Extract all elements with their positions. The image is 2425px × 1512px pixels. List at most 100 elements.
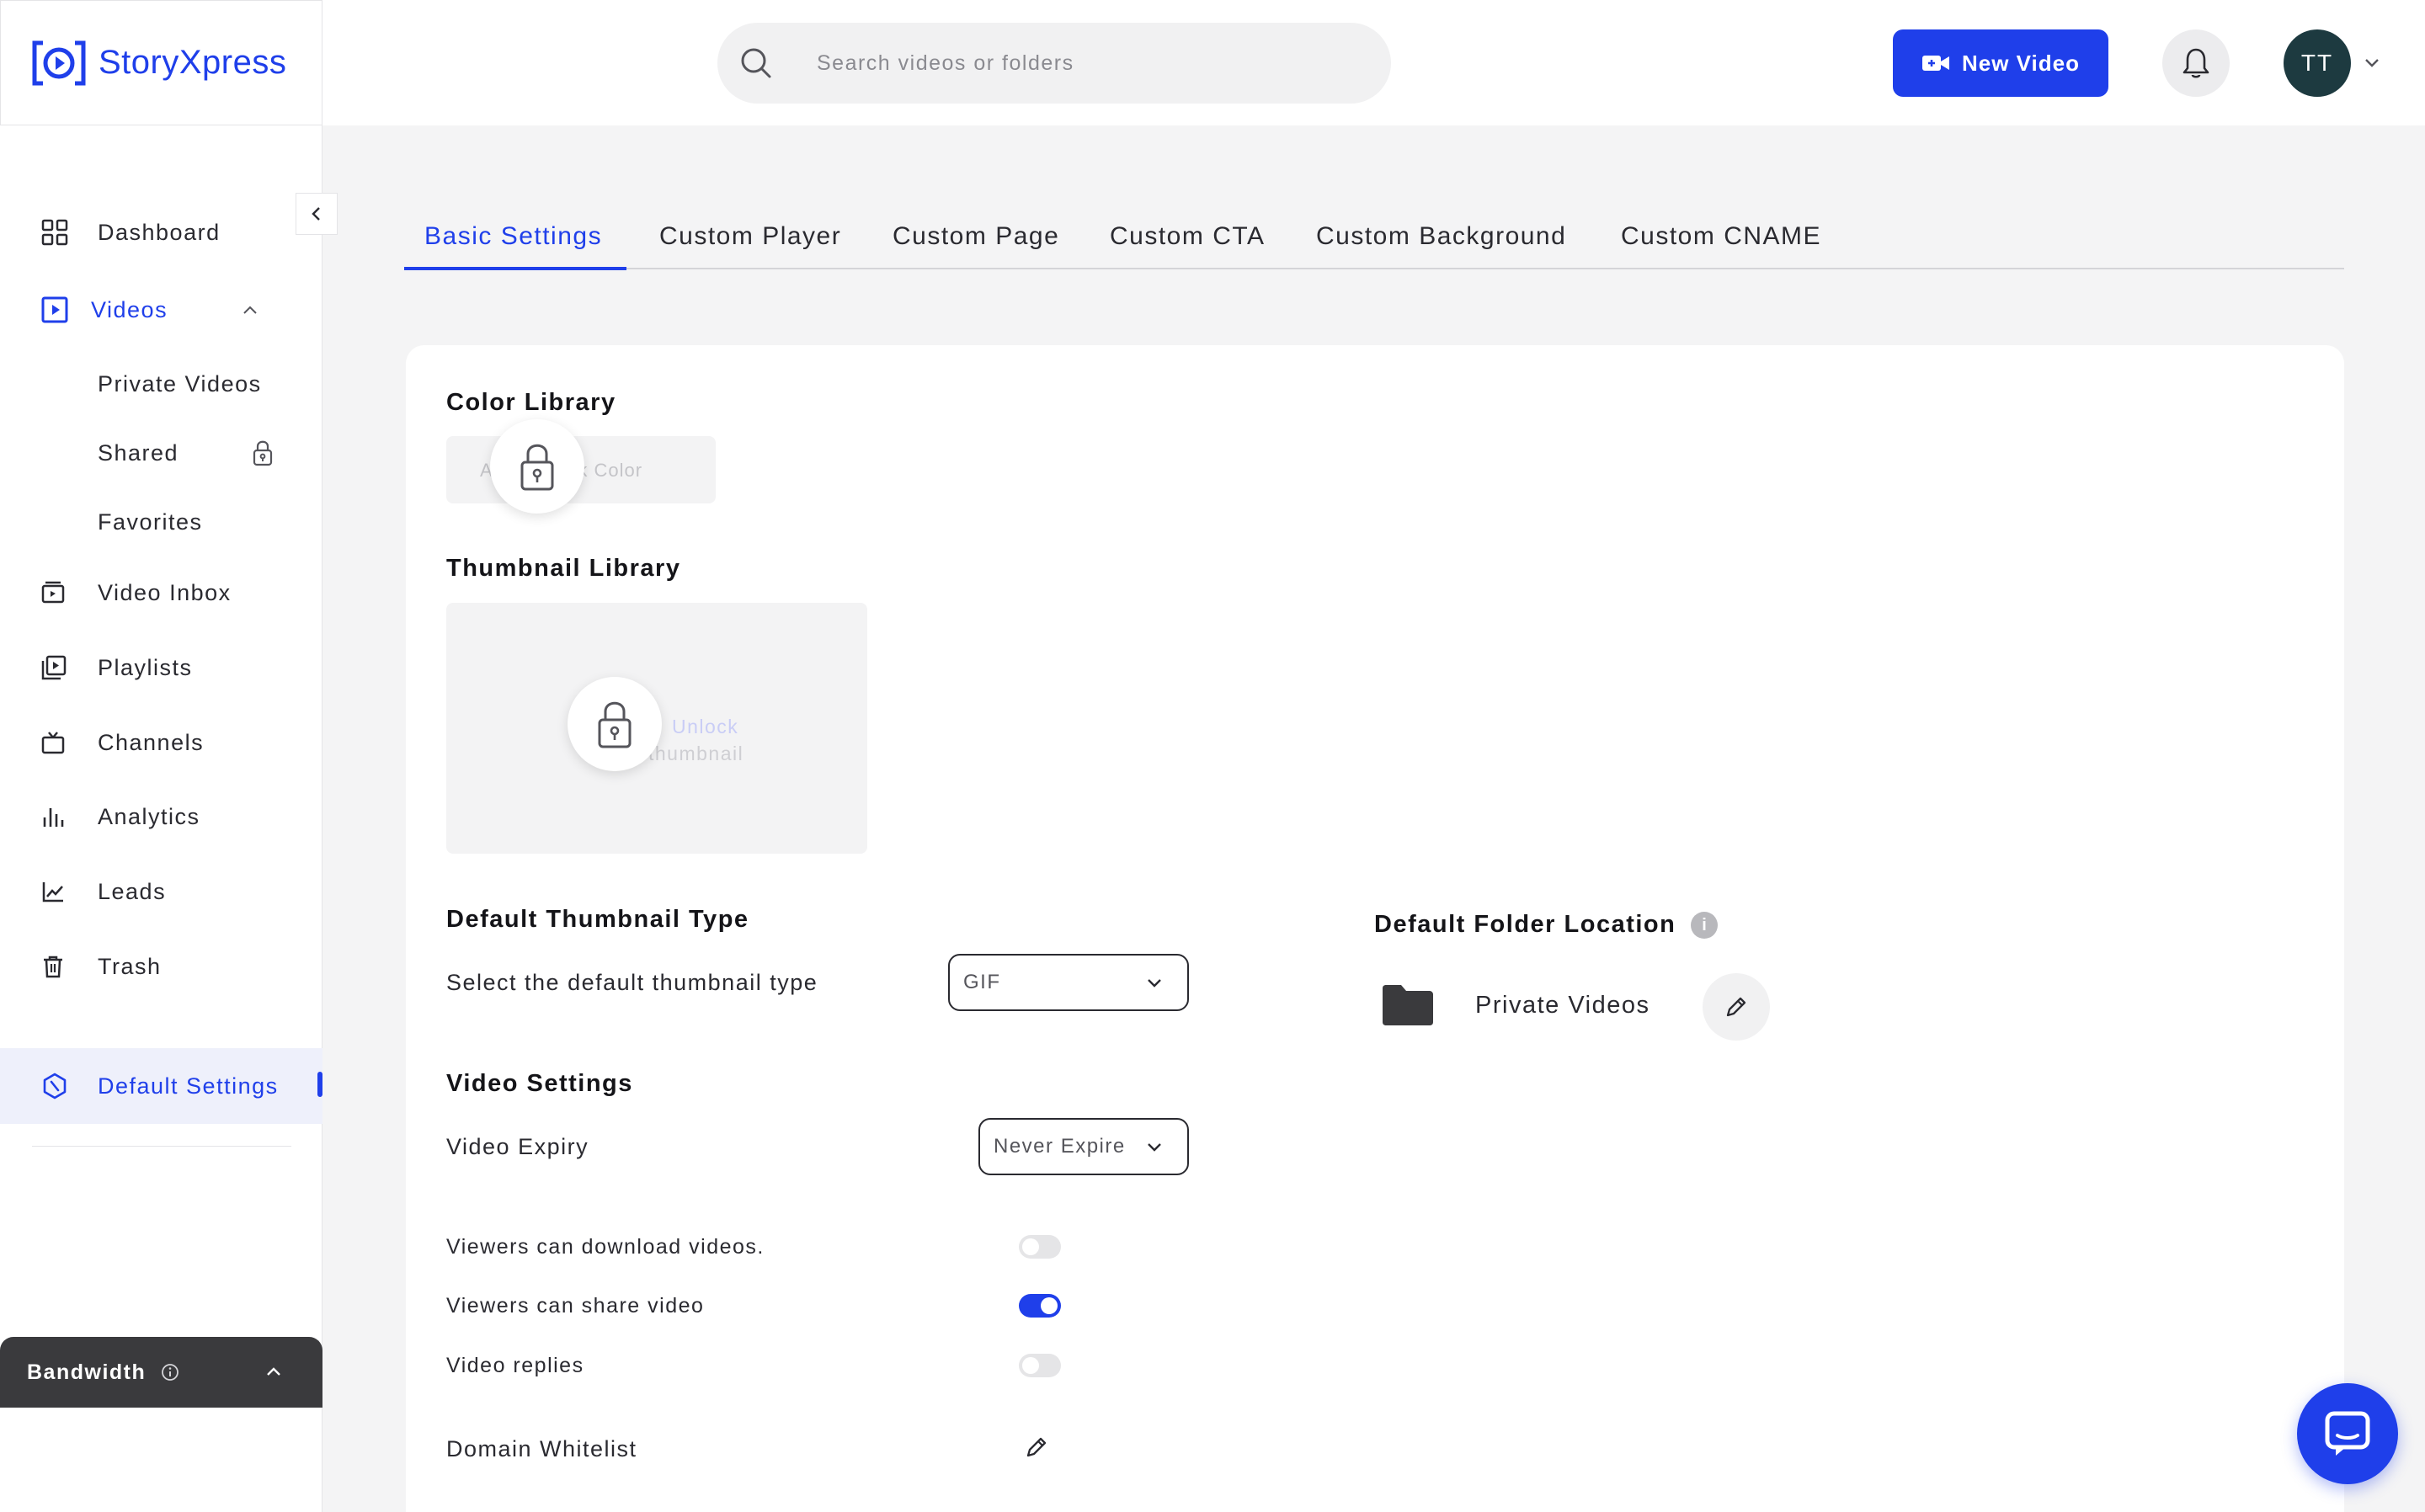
active-tab-indicator bbox=[404, 267, 626, 270]
inbox-icon bbox=[41, 581, 65, 604]
toggle-knob bbox=[1041, 1297, 1058, 1314]
lock-icon bbox=[520, 444, 554, 491]
tab-custom-page[interactable]: Custom Page bbox=[893, 222, 1059, 251]
sidebar-item-private-videos[interactable]: Private Videos bbox=[0, 358, 322, 410]
replies-toggle[interactable] bbox=[1019, 1354, 1061, 1377]
sidebar-item-trash[interactable]: Trash bbox=[0, 940, 322, 993]
default-thumbnail-label: Select the default thumbnail type bbox=[446, 970, 818, 995]
bandwidth-panel[interactable]: Bandwidth bbox=[0, 1337, 322, 1408]
pencil-icon bbox=[1726, 997, 1746, 1017]
color-library-title: Color Library bbox=[446, 389, 616, 416]
thumbnail-type-select[interactable]: GIF bbox=[948, 954, 1189, 1011]
sidebar-item-favorites[interactable]: Favorites bbox=[0, 496, 322, 548]
sidebar-item-label: Favorites bbox=[98, 508, 203, 535]
settings-tabs: Basic Settings Custom Player Custom Page… bbox=[404, 212, 2344, 270]
tab-basic-settings[interactable]: Basic Settings bbox=[424, 222, 602, 251]
sidebar-item-label: Analytics bbox=[98, 803, 200, 829]
info-icon[interactable] bbox=[161, 1363, 179, 1382]
sidebar-item-shared[interactable]: Shared bbox=[0, 427, 322, 479]
new-video-label: New Video bbox=[1961, 50, 2080, 76]
sidebar-item-label: Shared bbox=[98, 439, 179, 466]
sidebar-item-label: Playlists bbox=[98, 654, 193, 680]
chevron-up-icon[interactable] bbox=[241, 301, 259, 320]
video-settings-title: Video Settings bbox=[446, 1070, 633, 1097]
play-square-icon bbox=[41, 296, 68, 323]
avatar-initials: TT bbox=[2300, 50, 2334, 76]
sidebar-item-analytics[interactable]: Analytics bbox=[0, 791, 322, 843]
sidebar-item-label: Trash bbox=[98, 953, 162, 979]
playlist-icon bbox=[41, 655, 67, 680]
bell-icon bbox=[2182, 48, 2209, 78]
pencil-icon[interactable] bbox=[1024, 1435, 1049, 1460]
thumbnail-library-title: Thumbnail Library bbox=[446, 555, 681, 582]
settings-icon bbox=[43, 1073, 67, 1099]
sidebar-item-video-inbox[interactable]: Video Inbox bbox=[0, 567, 322, 619]
folder-icon bbox=[1383, 985, 1433, 1025]
chevron-left-icon bbox=[312, 207, 320, 221]
sidebar-item-label: Leads bbox=[98, 878, 167, 904]
default-folder-value: Private Videos bbox=[1475, 992, 1650, 1019]
search-input[interactable]: Search videos or folders bbox=[717, 23, 1391, 104]
top-bar: StoryXpress Search videos or folders New… bbox=[0, 0, 2425, 125]
notifications-button[interactable] bbox=[2162, 29, 2230, 97]
logo[interactable]: StoryXpress bbox=[0, 0, 322, 125]
share-toggle[interactable] bbox=[1019, 1294, 1061, 1318]
default-thumbnail-title: Default Thumbnail Type bbox=[446, 906, 749, 933]
sidebar-item-label: Channels bbox=[98, 729, 205, 755]
sidebar-item-label: Dashboard bbox=[98, 219, 221, 245]
toggle-label-replies: Video replies bbox=[446, 1354, 584, 1377]
tab-custom-cname[interactable]: Custom CNAME bbox=[1621, 222, 1821, 251]
sidebar-item-playlists[interactable]: Playlists bbox=[0, 642, 322, 694]
tv-icon bbox=[41, 732, 65, 754]
color-library-lock[interactable] bbox=[490, 419, 584, 514]
search-icon bbox=[741, 48, 771, 78]
chevron-up-icon[interactable] bbox=[264, 1363, 283, 1382]
info-icon[interactable]: i bbox=[1691, 912, 1718, 939]
chat-icon bbox=[2325, 1411, 2370, 1456]
avatar[interactable]: TT bbox=[2284, 29, 2351, 97]
sidebar-item-channels[interactable]: Channels bbox=[0, 716, 322, 769]
thumbnail-library-lock[interactable] bbox=[568, 677, 662, 771]
tab-custom-cta[interactable]: Custom CTA bbox=[1110, 222, 1265, 251]
bar-chart-icon bbox=[43, 808, 64, 827]
sidebar: Dashboard Videos Private Videos Shared F… bbox=[0, 125, 322, 1512]
trash-icon bbox=[44, 956, 62, 978]
sidebar-divider bbox=[32, 1146, 291, 1147]
download-toggle[interactable] bbox=[1019, 1235, 1061, 1259]
line-chart-icon bbox=[42, 882, 63, 902]
new-video-button[interactable]: New Video bbox=[1893, 29, 2108, 97]
storyxpress-logo-icon bbox=[32, 40, 86, 85]
video-camera-icon bbox=[1921, 56, 1949, 71]
tab-custom-background[interactable]: Custom Background bbox=[1316, 222, 1566, 251]
toggle-label-download: Viewers can download videos. bbox=[446, 1235, 765, 1259]
chevron-down-icon bbox=[1148, 1143, 1161, 1152]
video-expiry-select[interactable]: Never Expire bbox=[978, 1118, 1189, 1175]
collapse-sidebar-button[interactable] bbox=[296, 193, 338, 235]
chevron-down-icon bbox=[1148, 979, 1161, 988]
domain-whitelist-label: Domain Whitelist bbox=[446, 1436, 637, 1461]
grid-icon bbox=[41, 219, 68, 246]
active-indicator bbox=[317, 1072, 322, 1097]
chat-support-button[interactable] bbox=[2297, 1383, 2398, 1484]
toggle-knob bbox=[1022, 1357, 1039, 1374]
toggle-knob bbox=[1022, 1238, 1039, 1255]
sidebar-item-default-settings[interactable]: Default Settings bbox=[0, 1048, 322, 1124]
bandwidth-label: Bandwidth bbox=[27, 1360, 147, 1384]
sidebar-item-leads[interactable]: Leads bbox=[0, 865, 322, 918]
toggle-label-share: Viewers can share video bbox=[446, 1294, 705, 1318]
lock-icon bbox=[598, 701, 632, 748]
sidebar-item-dashboard[interactable]: Dashboard bbox=[0, 206, 322, 258]
edit-folder-button[interactable] bbox=[1703, 973, 1770, 1041]
sidebar-item-label: Default Settings bbox=[98, 1073, 279, 1099]
chevron-down-icon[interactable] bbox=[2363, 53, 2381, 72]
sidebar-item-videos[interactable]: Videos bbox=[0, 284, 322, 336]
default-folder-title: Default Folder Location bbox=[1374, 911, 1676, 938]
tab-custom-player[interactable]: Custom Player bbox=[659, 222, 841, 251]
sidebar-item-label: Videos bbox=[91, 296, 168, 322]
thumbnail-locked-text: thumbnail bbox=[648, 743, 744, 764]
video-expiry-value: Never Expire bbox=[994, 1135, 1126, 1158]
lock-icon bbox=[253, 440, 273, 466]
sidebar-item-label: Private Videos bbox=[98, 370, 262, 397]
thumbnail-type-value: GIF bbox=[963, 971, 1001, 993]
video-expiry-label: Video Expiry bbox=[446, 1134, 589, 1159]
